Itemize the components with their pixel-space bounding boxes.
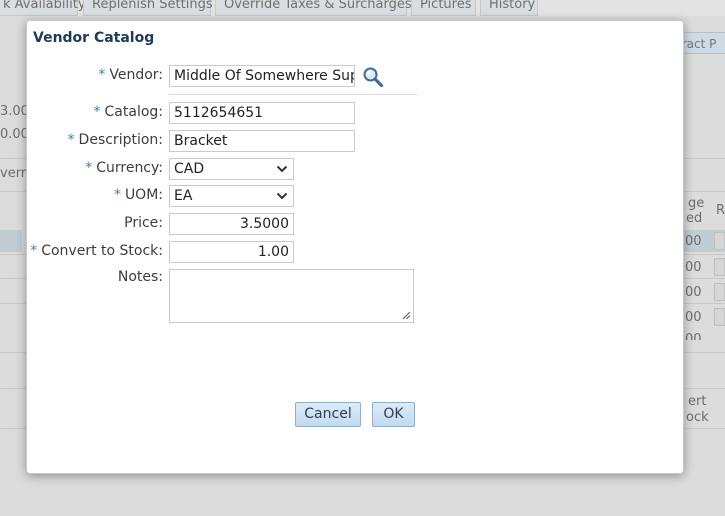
price-label: Price: xyxy=(124,215,163,231)
vendor-label-text: Vendor: xyxy=(109,67,163,83)
bg-tab-override-taxes: Override Taxes & Surcharges xyxy=(215,0,412,16)
cancel-button[interactable]: Cancel xyxy=(295,402,361,427)
uom-label: * UOM: xyxy=(114,187,163,203)
ok-button[interactable]: OK xyxy=(372,402,415,427)
bg-tab-label: Override Taxes & Surcharges xyxy=(224,0,412,12)
uom-label-text: UOM: xyxy=(124,187,163,203)
bg-cell: 00 xyxy=(685,285,702,300)
bg-cell-box xyxy=(714,258,725,276)
catalog-input[interactable]: 5112654651 xyxy=(169,102,355,124)
bg-tab-label: Replenish Settings xyxy=(92,0,213,12)
uom-row: * UOM: EA xyxy=(27,185,685,207)
description-label: * Description: xyxy=(68,132,163,148)
bg-tab-label: k Availability xyxy=(3,0,86,12)
bg-value: 3.00 xyxy=(0,104,29,119)
bg-cell: 00 xyxy=(685,260,702,275)
chevron-down-icon xyxy=(276,192,288,200)
required-marker: * xyxy=(113,187,121,203)
catalog-label-text: Catalog: xyxy=(104,104,163,120)
vendor-divider xyxy=(169,94,417,95)
notes-textarea[interactable] xyxy=(169,269,414,323)
bg-col-header: R xyxy=(716,203,725,218)
uom-select[interactable]: EA xyxy=(169,185,294,207)
required-marker: * xyxy=(67,132,75,148)
convert-to-stock-input[interactable]: 1.00 xyxy=(169,241,294,263)
vendor-label: * Vendor: xyxy=(98,67,163,83)
description-input[interactable]: Bracket xyxy=(169,130,355,152)
currency-select[interactable]: CAD xyxy=(169,158,294,180)
bg-footer-text: ert xyxy=(688,394,707,409)
bg-footer-text: ock xyxy=(686,410,709,425)
background-tab-strip: k Availability Replenish Settings Overri… xyxy=(0,0,725,16)
convert-to-stock-row: * Convert to Stock: 1.00 xyxy=(27,241,685,263)
price-input[interactable]: 3.5000 xyxy=(169,213,294,235)
required-marker: * xyxy=(30,243,38,259)
currency-row: * Currency: CAD xyxy=(27,158,685,180)
currency-label: * Currency: xyxy=(85,160,163,176)
bg-col-header: ed xyxy=(686,211,703,226)
bg-cell: 00 xyxy=(685,332,702,340)
currency-selected-value: CAD xyxy=(174,161,205,177)
uom-selected-value: EA xyxy=(174,188,193,204)
bg-tab-availability: k Availability xyxy=(0,0,86,16)
description-label-text: Description: xyxy=(78,132,163,148)
vendor-input[interactable]: Middle Of Somewhere Supplie xyxy=(169,65,355,87)
bg-value: 0.00 xyxy=(0,127,29,142)
bg-cell-box xyxy=(714,232,725,250)
catalog-row: * Catalog: 5112654651 xyxy=(27,102,685,124)
bg-tab-history: History xyxy=(480,0,538,16)
vendor-catalog-dialog: Vendor Catalog * Vendor: Middle Of Somewh… xyxy=(26,20,684,474)
convert-to-stock-label-text: Convert to Stock: xyxy=(41,243,163,259)
resize-grip-icon[interactable] xyxy=(402,311,411,320)
convert-to-stock-label: * Convert to Stock: xyxy=(30,243,163,259)
bg-cell: 00 xyxy=(685,310,702,325)
bg-selected-row xyxy=(0,230,22,252)
description-row: * Description: Bracket xyxy=(27,130,685,152)
bg-tab-pictures: Pictures xyxy=(411,0,476,16)
price-row: Price: 3.5000 xyxy=(27,213,685,235)
bg-tab-label: History xyxy=(489,0,536,12)
required-marker: * xyxy=(85,160,93,176)
vendor-row: *Vendor: Middle Of Somewhere Supplie xyxy=(27,65,685,87)
catalog-label: * Catalog: xyxy=(94,104,163,120)
required-marker: * xyxy=(93,104,101,120)
bg-cell-box xyxy=(714,283,725,301)
required-marker: * xyxy=(98,67,106,83)
search-icon[interactable] xyxy=(362,66,384,88)
chevron-down-icon xyxy=(276,165,288,173)
bg-cell: 00 xyxy=(685,234,702,249)
bg-col-header: ge xyxy=(688,196,705,211)
bg-cell-box xyxy=(714,308,725,326)
currency-label-text: Currency: xyxy=(96,160,163,176)
bg-tab-replenish: Replenish Settings xyxy=(83,0,213,16)
dialog-title: Vendor Catalog xyxy=(33,30,155,46)
notes-label: Notes: xyxy=(117,269,163,285)
bg-tab-label: Pictures xyxy=(420,0,472,12)
